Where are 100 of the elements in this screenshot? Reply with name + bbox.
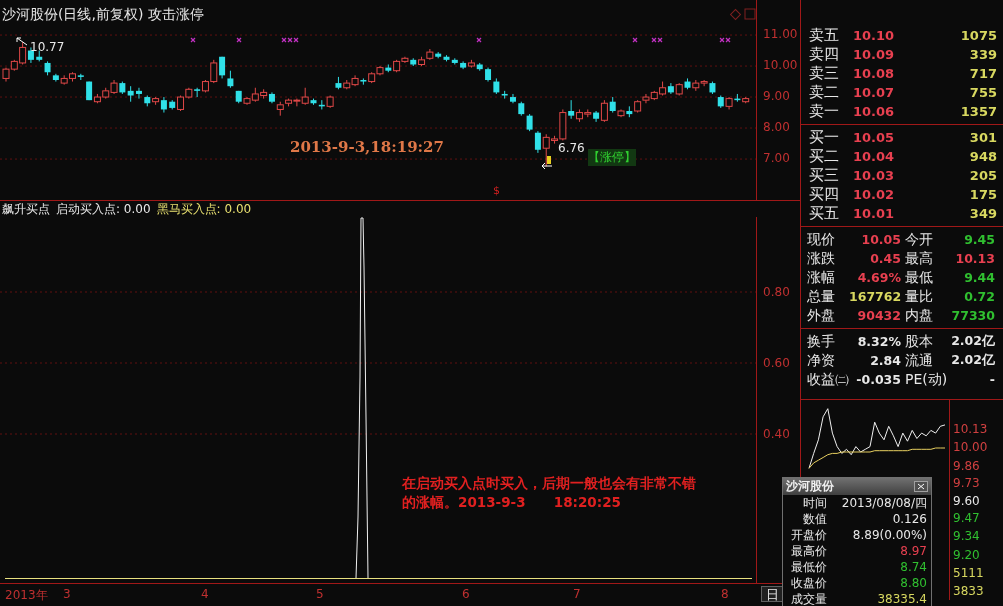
- date-label: 4: [201, 587, 209, 601]
- axis-label: 0.60: [763, 356, 790, 370]
- diamond-icon: [730, 9, 741, 20]
- annotation-note: 在启动买入点时买入，后期一般也会有非常不错的涨幅。2013-9-3 18:20:25: [402, 474, 697, 512]
- date-label: 8: [721, 587, 729, 601]
- axis-label: 0.40: [763, 427, 790, 441]
- stat-value: 77330: [950, 308, 996, 323]
- order-label: 卖四: [809, 45, 840, 64]
- order-price: 10.01: [853, 206, 896, 221]
- stat-value: -0.035: [855, 372, 902, 387]
- stat-value: 10.13: [954, 251, 996, 266]
- signal-mark: $: [493, 184, 500, 197]
- tooltip-value: 8.74: [900, 560, 927, 574]
- order-price: 10.10: [853, 28, 896, 43]
- order-label: 卖三: [809, 64, 840, 83]
- cross-mark-icon: [236, 37, 242, 43]
- stat-value: 90432: [856, 308, 902, 323]
- tooltip-title: 沙河股份: [786, 478, 834, 495]
- order-label: 买二: [809, 147, 840, 166]
- tooltip-label: 最高价: [790, 542, 827, 560]
- stat-label: 量比: [905, 287, 934, 306]
- stat-value: 9.44: [963, 270, 996, 285]
- axis-label: 5111: [953, 565, 985, 582]
- axis-label: 9.20: [953, 547, 980, 564]
- stat-label: 最高: [905, 249, 934, 268]
- tooltip-label: 数值: [802, 510, 827, 528]
- period-button[interactable]: 日: [761, 586, 784, 602]
- axis-label: 9.34: [953, 528, 980, 545]
- order-label: 卖一: [809, 102, 840, 121]
- order-price: 10.08: [853, 66, 896, 81]
- stat-label: 内盘: [905, 306, 934, 325]
- stat-label: 涨幅: [807, 268, 836, 287]
- indicator-legend: 启动买入点: 0.00: [56, 200, 151, 218]
- axis-label: 9.73: [953, 475, 980, 493]
- tooltip-value: 2013/08/08/四: [841, 494, 927, 512]
- stat-label: 净资: [807, 351, 836, 370]
- order-price: 10.02: [853, 187, 896, 202]
- stat-label: 涨跌: [807, 249, 836, 268]
- axis-label: 9.60: [953, 492, 980, 510]
- date-label: 2013年: [5, 587, 48, 604]
- order-label: 卖五: [809, 26, 840, 45]
- stat-value: 167762: [849, 289, 903, 304]
- axis-label: 0.80: [763, 285, 790, 299]
- axis-label: 9.86: [953, 457, 980, 475]
- order-volume: 948: [968, 149, 997, 164]
- limit-up-tag: 【涨停】: [588, 149, 636, 166]
- order-volume: 339: [968, 47, 997, 62]
- order-label: 买四: [809, 185, 840, 204]
- axis-label: 9.47: [953, 510, 980, 528]
- order-volume: 717: [968, 66, 997, 81]
- close-icon: [917, 483, 925, 490]
- stat-label: 股本: [905, 332, 934, 351]
- candlestick: [534, 130, 541, 154]
- stat-label: 总量: [807, 287, 836, 306]
- order-price: 10.03: [853, 168, 896, 183]
- order-price: 10.09: [853, 47, 896, 62]
- indicator-legend: 飙升买点: [2, 200, 50, 218]
- order-volume: 175: [968, 187, 997, 202]
- arrow-icon: [16, 37, 28, 46]
- axis-label: 8.00: [763, 120, 790, 135]
- marker-icon: [547, 156, 551, 164]
- stat-label: PE(动): [905, 370, 949, 389]
- date-label: 3: [63, 587, 71, 601]
- tooltip-value: 8.80: [900, 576, 927, 590]
- tooltip-label: 开盘价: [790, 526, 827, 544]
- order-label: 买三: [809, 166, 840, 185]
- tooltip-value: 0.126: [892, 512, 927, 526]
- order-price: 10.04: [853, 149, 896, 164]
- cross-mark-icon: [476, 37, 482, 43]
- stat-value: -: [988, 372, 996, 387]
- order-volume: 205: [968, 168, 997, 183]
- candlestick: [667, 82, 674, 95]
- stat-label: 换手: [807, 332, 836, 351]
- tooltip-label: 成交量: [790, 590, 827, 606]
- order-label: 卖二: [809, 83, 840, 102]
- indicator-legend: 黑马买入点: 0.00: [156, 200, 252, 218]
- order-price: 10.05: [853, 130, 896, 145]
- candlestick: [600, 99, 608, 123]
- tooltip-value: 8.97: [900, 544, 927, 558]
- axis-label: 10.00: [763, 58, 798, 73]
- candlestick: [135, 87, 142, 100]
- tooltip-value: 38335.4: [877, 592, 927, 606]
- stat-value: 2.02亿: [950, 333, 996, 350]
- order-label: 买五: [809, 204, 840, 223]
- axis-label: 3833: [953, 583, 985, 600]
- stat-label: 最低: [905, 268, 934, 287]
- close-button[interactable]: [914, 481, 928, 492]
- stat-value: 10.05: [860, 232, 902, 247]
- cross-mark-icon: [190, 37, 196, 43]
- candlestick: [593, 110, 600, 123]
- stat-value: 9.45: [963, 232, 996, 247]
- tooltip-label: 最低价: [790, 558, 827, 576]
- low-price-label: 6.76: [558, 141, 585, 155]
- square-icon: [744, 8, 756, 20]
- order-volume: 349: [968, 206, 997, 221]
- axis-label: 10.00: [953, 438, 988, 456]
- stat-label: 今开: [905, 230, 934, 249]
- order-volume: 1357: [959, 104, 997, 119]
- stat-value: 0.45: [869, 251, 902, 266]
- order-volume: 1075: [959, 28, 997, 43]
